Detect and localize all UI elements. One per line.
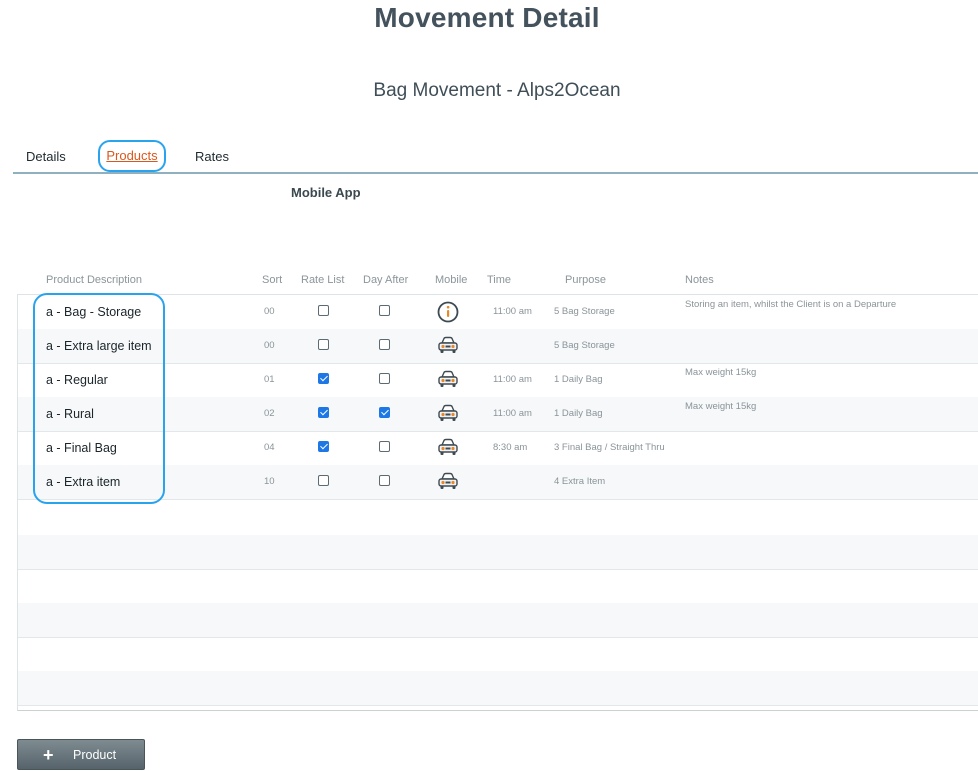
column-header-notes: Notes (685, 274, 714, 286)
time-value: 8:30 am (493, 442, 528, 453)
car-icon[interactable] (436, 402, 460, 426)
sort-value: 01 (264, 374, 275, 385)
tab-products[interactable]: Products (98, 140, 166, 172)
empty-row (18, 535, 978, 570)
time-value: 11:00 am (493, 306, 532, 317)
tab-bar: Details Products Rates (13, 140, 978, 174)
day-after-checkbox[interactable] (379, 407, 390, 418)
day-after-checkbox[interactable] (379, 441, 390, 452)
purpose-value: 3 Final Bag / Straight Thru (554, 442, 665, 453)
product-description: a - Final Bag (46, 441, 117, 455)
tab-details[interactable]: Details (26, 149, 66, 164)
column-header-purpose: Purpose (565, 274, 606, 286)
sort-value: 00 (264, 340, 275, 351)
section-label-mobile-app: Mobile App (291, 185, 361, 200)
notes-value: Max weight 15kg (685, 367, 757, 378)
purpose-value: 1 Daily Bag (554, 408, 603, 419)
add-product-label: Product (73, 748, 117, 762)
car-icon[interactable] (436, 436, 460, 460)
car-icon[interactable] (436, 368, 460, 392)
rate-list-checkbox[interactable] (318, 339, 329, 350)
rate-list-checkbox[interactable] (318, 373, 329, 384)
purpose-value: 4 Extra Item (554, 476, 606, 487)
column-header-product-description: Product Description (46, 274, 142, 286)
column-header-rate-list: Rate List (301, 274, 345, 286)
table-row[interactable]: a - Extra item 10 4 Extra Item (18, 465, 978, 500)
purpose-value: 5 Bag Storage (554, 340, 615, 351)
sort-value: 00 (264, 306, 275, 317)
column-header-day-after: Day After (363, 274, 409, 286)
car-icon[interactable] (436, 470, 460, 494)
empty-row (18, 501, 978, 536)
plus-icon: + (43, 745, 54, 765)
tab-rates[interactable]: Rates (195, 149, 229, 164)
notes-value: Max weight 15kg (685, 401, 757, 412)
day-after-checkbox[interactable] (379, 305, 390, 316)
day-after-checkbox[interactable] (379, 373, 390, 384)
product-description: a - Extra item (46, 475, 121, 489)
empty-row (18, 671, 978, 706)
day-after-checkbox[interactable] (379, 475, 390, 486)
column-header-sort: Sort (262, 274, 283, 286)
table-row[interactable]: a - Regular 01 11:00 am 1 Daily Bag Max … (18, 363, 978, 398)
add-product-button[interactable]: + Product (17, 739, 145, 770)
time-value: 11:00 am (493, 408, 532, 419)
notes-value: Storing an item, whilst the Client is on… (685, 299, 897, 310)
car-icon[interactable] (436, 334, 460, 358)
empty-row (18, 569, 978, 604)
sort-value: 04 (264, 442, 275, 453)
rate-list-checkbox[interactable] (318, 441, 329, 452)
empty-row (18, 603, 978, 638)
products-table: a - Bag - Storage 00 11:00 am 5 Bag Stor… (17, 294, 978, 711)
product-description: a - Extra large item (46, 339, 152, 353)
table-row[interactable]: a - Final Bag 04 8:30 am 3 Final Bag / S… (18, 431, 978, 466)
rate-list-checkbox[interactable] (318, 475, 329, 486)
day-after-checkbox[interactable] (379, 339, 390, 350)
product-description: a - Rural (46, 407, 94, 421)
purpose-value: 1 Daily Bag (554, 374, 603, 385)
page-title: Movement Detail (374, 2, 600, 33)
product-description: a - Regular (46, 373, 108, 387)
purpose-value: 5 Bag Storage (554, 306, 615, 317)
table-row[interactable]: a - Extra large item 00 5 Bag Storage (18, 329, 978, 364)
sort-value: 02 (264, 408, 275, 419)
sort-value: 10 (264, 476, 275, 487)
time-value: 11:00 am (493, 374, 532, 385)
rate-list-checkbox[interactable] (318, 407, 329, 418)
column-header-time: Time (487, 274, 512, 286)
empty-row (18, 637, 978, 672)
info-icon[interactable] (436, 300, 460, 324)
table-row[interactable]: a - Rural 02 11:00 am 1 Daily Bag Max we… (18, 397, 978, 432)
column-header-mobile: Mobile (435, 274, 468, 286)
product-description: a - Bag - Storage (46, 305, 142, 319)
rate-list-checkbox[interactable] (318, 305, 329, 316)
table-row[interactable]: a - Bag - Storage 00 11:00 am 5 Bag Stor… (18, 295, 978, 330)
page-subtitle: Bag Movement - Alps2Ocean (373, 80, 621, 101)
